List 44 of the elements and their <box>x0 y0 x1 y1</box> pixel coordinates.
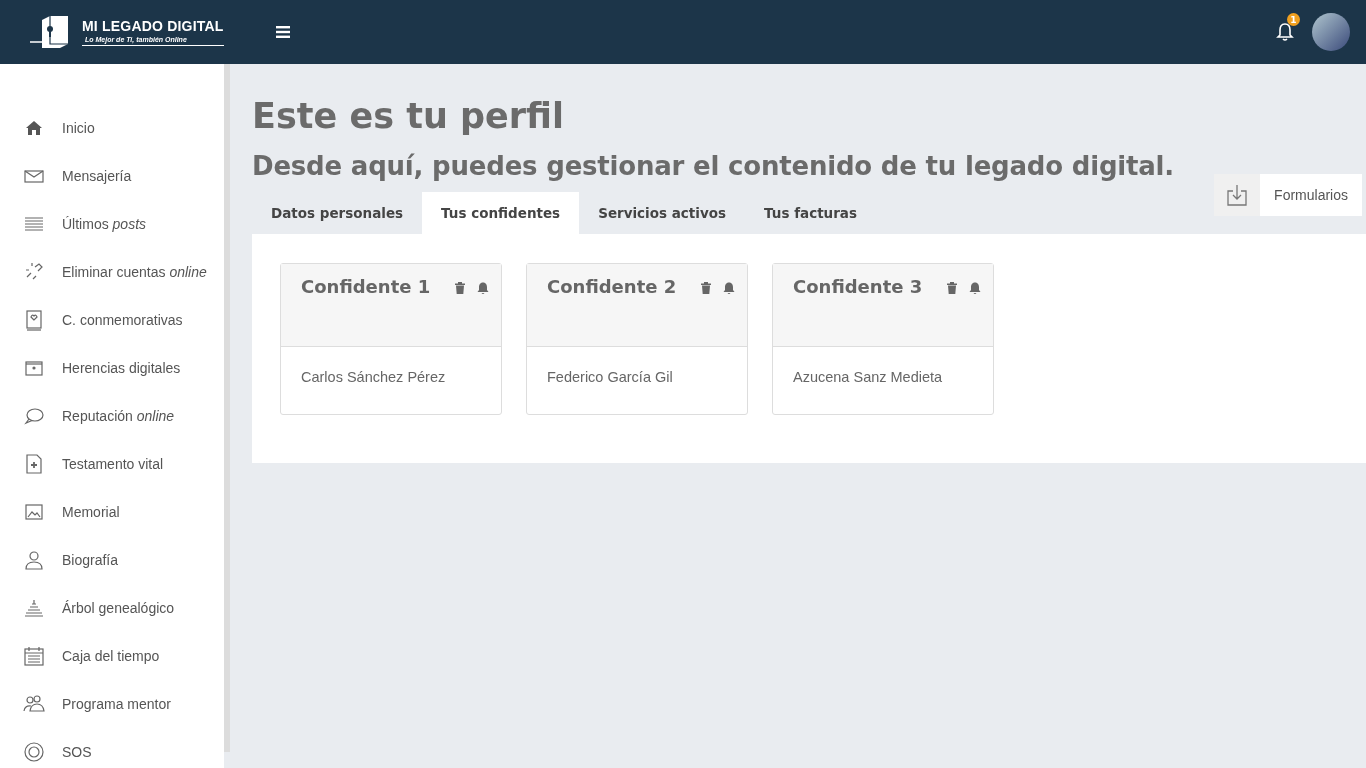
lifebuoy-icon <box>23 741 45 763</box>
sidebar-item[interactable]: Reputación online <box>62 408 175 424</box>
card-title: Confidente 2 <box>547 276 678 297</box>
calendar-icon <box>23 645 45 667</box>
sidebar-item[interactable]: Mensajería <box>62 168 132 184</box>
trash-icon[interactable] <box>455 282 465 294</box>
forms-button[interactable]: Formularios <box>1214 174 1362 216</box>
tab[interactable]: Servicios activos <box>579 192 746 234</box>
sidebar-item[interactable]: Memorial <box>62 504 120 520</box>
sidebar-item[interactable]: SOS <box>62 744 92 760</box>
card-title: Confidente 3 <box>793 276 924 297</box>
bell-icon[interactable] <box>1276 22 1294 42</box>
trash-icon[interactable] <box>947 282 957 294</box>
sidebar-item[interactable]: Testamento vital <box>62 456 164 472</box>
sidebar-item[interactable]: Eliminar cuentas online <box>62 264 207 280</box>
sidebar-item[interactable]: Programa mentor <box>62 696 171 712</box>
stack-icon <box>23 597 45 619</box>
notification-badge: 1 <box>1287 13 1300 26</box>
tab[interactable]: Datos personales <box>252 192 423 234</box>
sidebar-item[interactable]: Biografía <box>62 552 119 568</box>
speech-bubble-icon <box>23 405 45 427</box>
tab[interactable]: Tus facturas <box>745 192 876 234</box>
confidant-name: Carlos Sánchez Pérez <box>301 369 446 385</box>
document-plus-icon <box>23 453 45 475</box>
sidebar-item[interactable]: C. conmemorativas <box>62 312 183 328</box>
picture-icon <box>23 501 45 523</box>
page-subtitle: Desde aquí, puedes gestionar el contenido de tu legado digital. <box>252 150 1175 183</box>
confidant-name: Azucena Sanz Medieta <box>793 369 943 385</box>
card-title: Confidente 1 <box>301 276 432 297</box>
sidebar-item[interactable]: Herencias digitales <box>62 360 181 376</box>
menu-icon[interactable] <box>275 26 290 38</box>
trash-icon[interactable] <box>701 282 711 294</box>
people-icon <box>23 693 45 715</box>
sidebar-item[interactable]: Inicio <box>62 120 95 136</box>
avatar[interactable] <box>1312 13 1350 51</box>
logo-title: MI LEGADO DIGITAL <box>82 18 224 34</box>
download-icon <box>1227 184 1248 206</box>
confidant-name: Federico García Gil <box>547 369 673 385</box>
sidebar-item[interactable]: Últimos posts <box>62 216 147 232</box>
person-icon <box>23 549 45 571</box>
sidebar-item[interactable]: Caja del tiempo <box>62 648 160 664</box>
page-title: Este es tu perfil <box>252 95 565 138</box>
tab[interactable]: Tus confidentes <box>422 192 580 234</box>
sidebar-item[interactable]: Árbol genealógico <box>62 600 175 616</box>
